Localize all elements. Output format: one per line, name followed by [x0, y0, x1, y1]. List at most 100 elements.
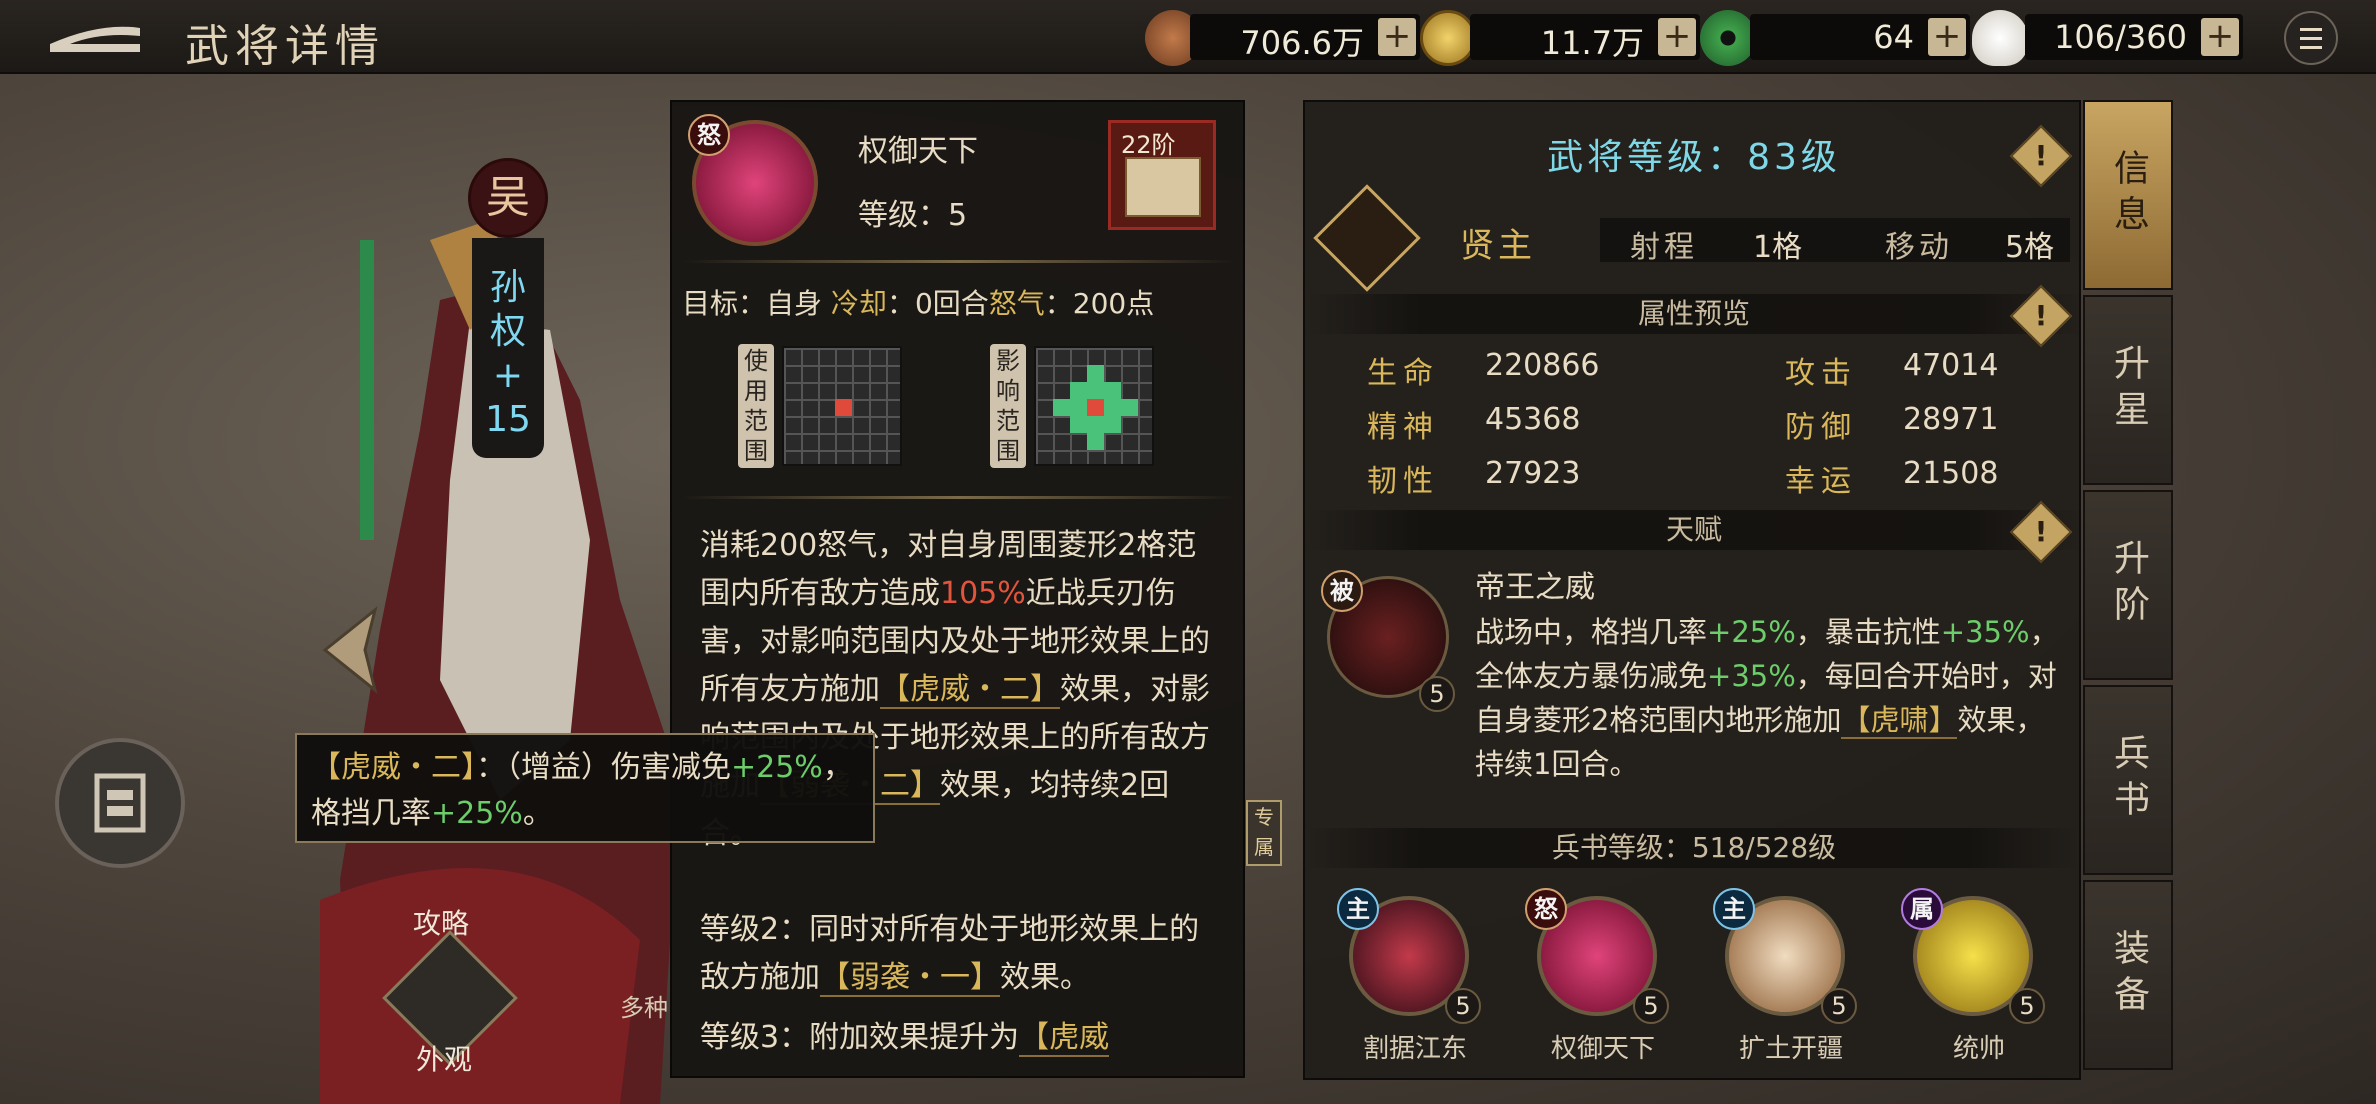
skill-tag-4: 属 — [1901, 888, 1943, 930]
appearance-label: 外观 — [416, 1043, 473, 1076]
add-copper-button[interactable]: + — [1378, 18, 1416, 56]
skill-slot-1[interactable]: 主 5 割据江东 — [1337, 888, 1485, 1072]
effect-cell — [1087, 416, 1104, 433]
resource-food: 106/360 + — [2025, 14, 2243, 60]
hero-name-char-2: 权 — [489, 311, 526, 352]
attr-spirit-label: 精神 — [1367, 410, 1439, 445]
tooltip-desc-1: ：（增益）伤害减免 — [476, 750, 731, 785]
prev-hero-arrow-icon[interactable] — [315, 605, 385, 695]
hero-name-char-4: 15 — [485, 399, 531, 440]
effect-cell — [1053, 399, 1070, 416]
skill-slot-2[interactable]: 怒 5 权御天下 — [1525, 888, 1673, 1072]
skill-level-2: 5 — [1633, 988, 1669, 1024]
talent-description: 战场中，格挡几率+25%，暴击抗性+35%，全体友方暴伤减免+35%，每回合开始… — [1475, 610, 2065, 786]
effect-cell — [1087, 433, 1104, 450]
range-use-cell-self — [835, 399, 852, 416]
tab-art-of-war[interactable]: 兵书 — [2083, 685, 2173, 875]
talent-type-tag: 被 — [1321, 570, 1363, 612]
effect-cell — [1070, 382, 1087, 399]
skill-type-tag: 怒 — [688, 114, 730, 156]
talent-value-2: +35% — [1940, 615, 2030, 649]
class-name: 贤主 — [1460, 226, 1536, 266]
tab-info[interactable]: 信息 — [2083, 100, 2173, 290]
cooldown-value: ：0回合 — [886, 287, 989, 320]
attr-atk-label: 攻击 — [1785, 356, 1857, 391]
tab-rank-up[interactable]: 升阶 — [2083, 490, 2173, 680]
effect-cell — [1087, 382, 1104, 399]
talent-value-1: +25% — [1707, 615, 1796, 649]
range-use-grid — [782, 346, 902, 466]
effect-cell — [1121, 399, 1138, 416]
skill-tag-2: 怒 — [1525, 888, 1567, 930]
page-title: 武将详情 — [185, 21, 385, 72]
top-bar: 武将详情 706.6万 + 11.7万 + 64 + 106/360 + — [0, 0, 2376, 74]
skill-tag-1: 主 — [1337, 888, 1379, 930]
gold-coin-icon — [1420, 10, 1476, 66]
skill-meta: 目标：自身 冷却：0回合怒气：200点 — [682, 282, 1154, 322]
resource-copper: 706.6万 + — [1190, 14, 1420, 62]
codex-button[interactable] — [55, 738, 185, 868]
tab-equipment[interactable]: 装备 — [2083, 880, 2173, 1070]
attr-def-value: 28971 — [1903, 402, 1999, 437]
skill-slot-4[interactable]: 属 5 统帅 — [1901, 888, 2049, 1072]
divider — [682, 496, 1237, 499]
back-arrow-icon[interactable] — [40, 14, 150, 60]
attr-atk-value: 47014 — [1903, 348, 1999, 383]
strategy-label: 攻略 — [413, 907, 470, 940]
cooldown-label: 冷却 — [830, 287, 887, 320]
range-value: 1格 — [1753, 230, 1803, 265]
talent-part-1: 战场中，格挡几率 — [1475, 615, 1708, 649]
menu-list-icon[interactable] — [2284, 11, 2338, 65]
skill-tier-badge: 22阶 — [1108, 120, 1216, 230]
tooltip-value-2: +25% — [431, 796, 523, 831]
attr-tough-label: 韧性 — [1367, 464, 1439, 499]
range-use-label: 使用范围 — [738, 344, 774, 468]
talent-name: 帝王之威 — [1475, 570, 1595, 605]
buff-huwei-link[interactable]: 【虎威・二】 — [880, 672, 1060, 709]
rage-value: ：200点 — [1044, 287, 1155, 320]
resource-copper-value: 706.6万 — [1240, 24, 1364, 62]
attr-spirit-value: 45368 — [1485, 402, 1581, 437]
add-jade-button[interactable]: + — [1928, 18, 1966, 56]
hero-name-char-1: 孙 — [489, 267, 526, 308]
desc-damage-percent: 105% — [940, 576, 1026, 611]
skill-detail-popup: 怒 权御天下 等级：5 22阶 目标：自身 冷却：0回合怒气：200点 使用范围… — [670, 100, 1245, 1078]
effect-cell — [1070, 416, 1087, 433]
add-food-button[interactable]: + — [2201, 18, 2239, 56]
appearance-button[interactable]: 外观 — [382, 930, 518, 1080]
hero-level-title: 武将等级：83级 — [1547, 137, 1841, 178]
resource-gold: 11.7万 + — [1470, 14, 1700, 62]
tab-star-up[interactable]: 升星 — [2083, 295, 2173, 485]
effect-cell — [1087, 365, 1104, 382]
talent-huxiao-link[interactable]: 【虎啸】 — [1841, 703, 1958, 739]
skill-name-4: 统帅 — [1952, 1034, 2005, 1064]
steamed-bun-icon — [1972, 10, 2028, 66]
hero-name-char-3: + — [492, 355, 524, 396]
debuff-ruoxi1-link[interactable]: 【弱袭・一】 — [820, 960, 1000, 997]
attr-hp-value: 220866 — [1485, 348, 1600, 383]
skill-tag-3: 主 — [1713, 888, 1755, 930]
desc-level3: 等级3：附加效果提升为 — [700, 1020, 1020, 1055]
desc-level2-end: 效果。 — [1000, 960, 1090, 995]
skill-slot-3[interactable]: 主 5 扩土开疆 — [1713, 888, 1861, 1072]
move-label: 移动 — [1885, 230, 1953, 265]
range-effect-grid — [1034, 346, 1154, 466]
resource-jade-value: 64 — [1873, 18, 1914, 56]
buff-huwei-level3-link[interactable]: 【虎威 — [1019, 1020, 1110, 1057]
book-level-header: 兵书等级：518/528级 — [1305, 828, 2083, 868]
range-label: 射程 — [1630, 230, 1698, 265]
exclusive-badge[interactable]: 专属 — [1246, 800, 1282, 866]
tooltip-end: 。 — [522, 796, 553, 831]
effect-cell — [1070, 399, 1087, 416]
strategy-button[interactable]: 攻略 — [395, 840, 505, 940]
add-gold-button[interactable]: + — [1658, 18, 1696, 56]
attr-hp-label: 生命 — [1367, 356, 1439, 391]
faction-badge: 吴 — [468, 158, 548, 238]
skill-level: 等级：5 — [858, 198, 968, 233]
skill-name-3: 扩土开疆 — [1738, 1034, 1843, 1064]
tooltip-buff-name: 【虎威・二】 — [311, 750, 476, 785]
skill-level-1: 5 — [1445, 988, 1481, 1024]
attr-luck-value: 21508 — [1903, 456, 1999, 491]
range-effect-label: 影响范围 — [990, 344, 1026, 468]
skill-level-3: 5 — [1821, 988, 1857, 1024]
